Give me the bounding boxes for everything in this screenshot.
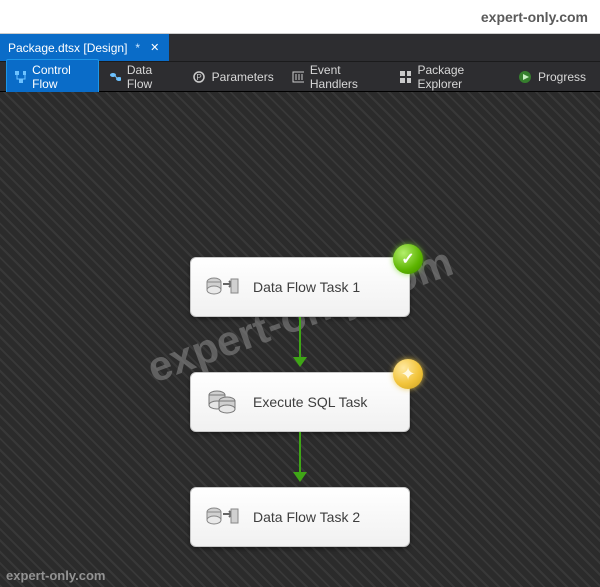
site-header: expert-only.com <box>0 0 600 34</box>
tab-event-handlers[interactable]: Event Handlers <box>284 59 390 95</box>
tab-data-flow[interactable]: Data Flow <box>101 59 182 95</box>
task-data-flow-2[interactable]: Data Flow Task 2 <box>190 487 410 547</box>
toolbar-label: Progress <box>538 70 586 84</box>
precedence-constraint-1[interactable] <box>293 317 307 367</box>
svg-text:P: P <box>196 73 201 82</box>
ssis-designer-window: expert-only.com Package.dtsx [Design] * … <box>0 0 600 587</box>
watermark-corner-text: expert-only.com <box>6 568 105 583</box>
document-tab-label: Package.dtsx [Design] <box>8 41 127 55</box>
execute-sql-icon <box>205 387 239 417</box>
task-execute-sql[interactable]: Execute SQL Task <box>190 372 410 432</box>
toolbar-label: Control Flow <box>32 63 91 91</box>
task-label: Data Flow Task 2 <box>253 509 360 525</box>
toolbar-label: Parameters <box>212 70 274 84</box>
tab-package-explorer[interactable]: Package Explorer <box>391 59 508 95</box>
document-tab-package[interactable]: Package.dtsx [Design] * ✕ <box>0 34 169 61</box>
progress-play-icon <box>518 70 532 84</box>
precedence-constraint-2[interactable] <box>293 432 307 482</box>
toolbar-label: Package Explorer <box>417 63 500 91</box>
tab-control-flow[interactable]: Control Flow <box>6 59 99 95</box>
toolbar-label: Data Flow <box>127 63 174 91</box>
tab-progress[interactable]: Progress <box>510 66 594 88</box>
designer-toolbar: Control Flow Data Flow P Parameters Even… <box>0 62 600 92</box>
event-handlers-icon <box>292 70 304 84</box>
task-label: Execute SQL Task <box>253 394 367 410</box>
package-explorer-icon <box>399 70 411 84</box>
task-label: Data Flow Task 1 <box>253 279 360 295</box>
modified-indicator-icon: * <box>135 41 140 55</box>
data-flow-icon <box>109 70 121 84</box>
status-running-icon <box>393 359 423 389</box>
design-canvas[interactable]: expert-only.com expert-only.com Data Flo… <box>0 92 600 587</box>
tab-parameters[interactable]: P Parameters <box>184 66 282 88</box>
toolbar-label: Event Handlers <box>310 63 381 91</box>
task-data-flow-1[interactable]: Data Flow Task 1 <box>190 257 410 317</box>
control-flow-icon <box>14 70 26 84</box>
document-tabstrip: Package.dtsx [Design] * ✕ <box>0 34 600 62</box>
data-flow-task-icon <box>205 272 239 302</box>
close-tab-button[interactable]: ✕ <box>148 41 161 54</box>
data-flow-task-icon <box>205 502 239 532</box>
site-name: expert-only.com <box>481 9 588 25</box>
status-success-icon <box>393 244 423 274</box>
parameters-icon: P <box>192 70 206 84</box>
